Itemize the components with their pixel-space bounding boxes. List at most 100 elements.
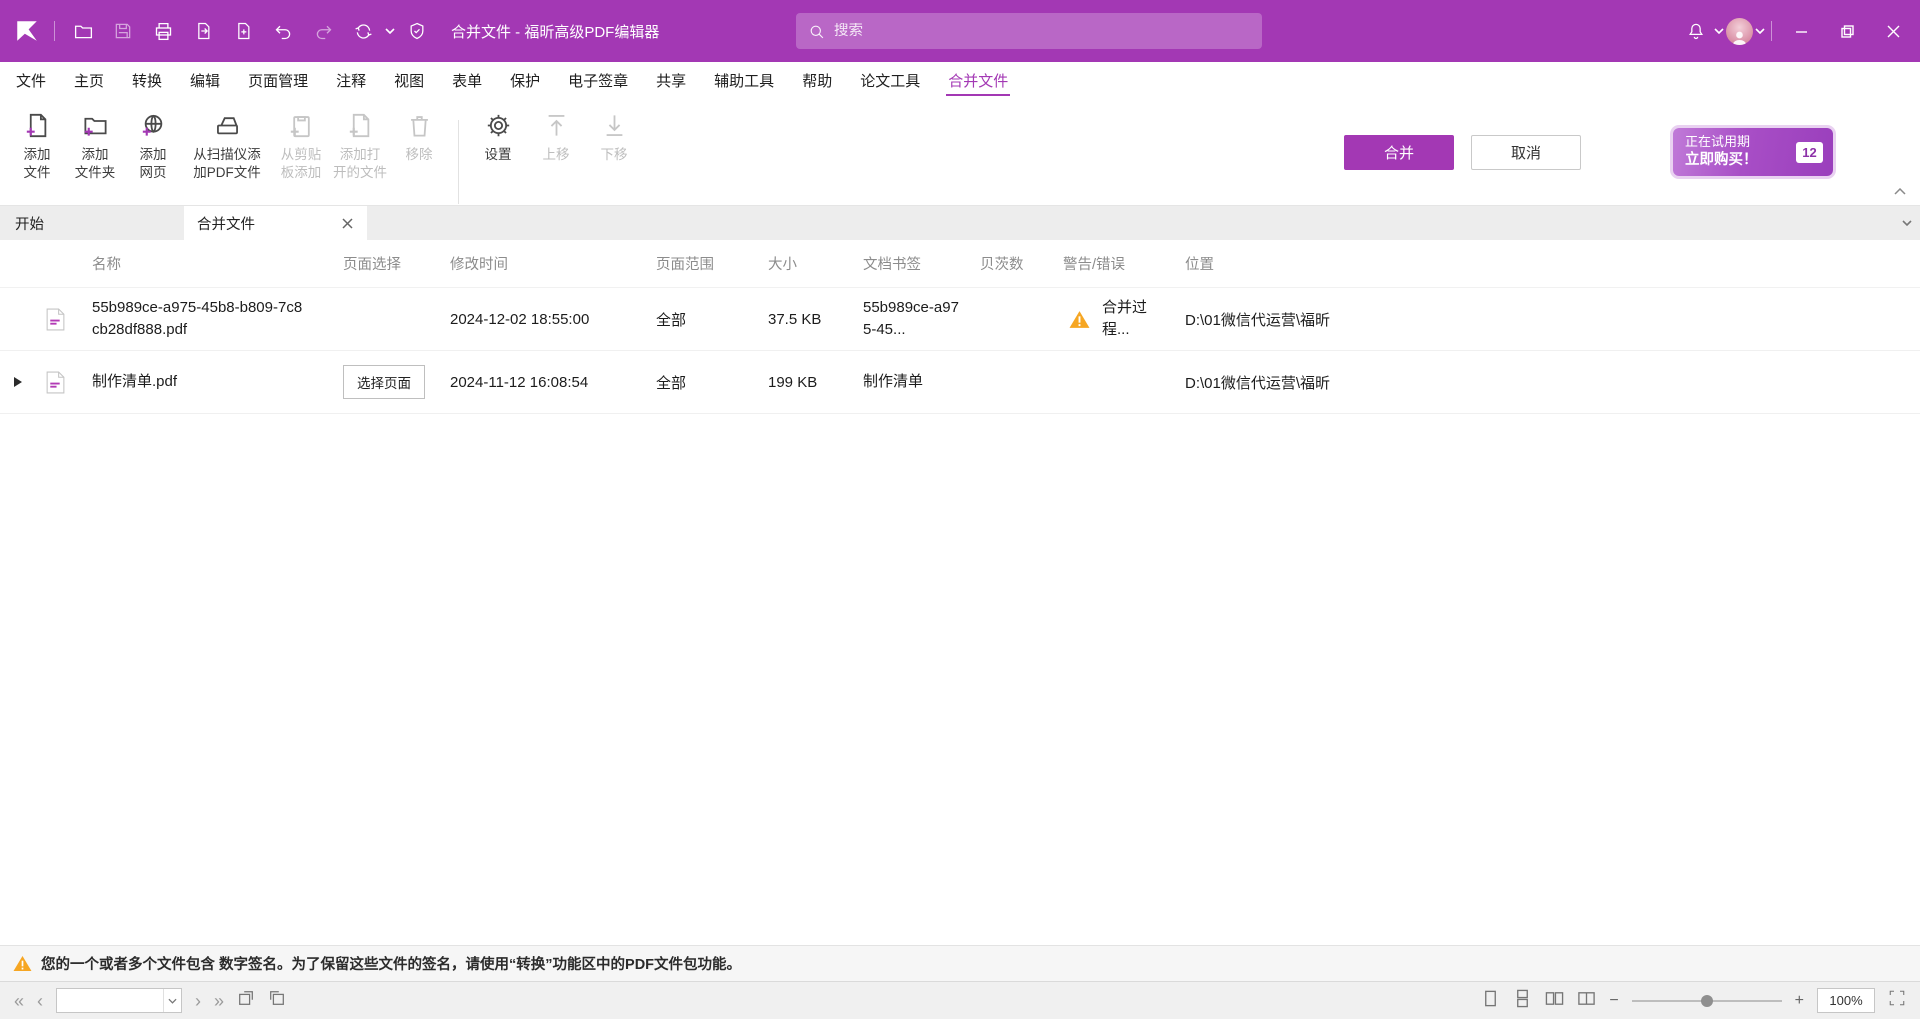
search-icon	[808, 23, 825, 40]
col-warning: 警告/错误	[1063, 253, 1185, 274]
user-avatar[interactable]	[1726, 18, 1753, 45]
clipboard-icon	[288, 112, 315, 139]
menu-merge-files[interactable]: 合并文件	[934, 62, 1022, 98]
menu-paper-tools[interactable]: 论文工具	[846, 62, 934, 98]
merge-button[interactable]: 合并	[1344, 135, 1454, 170]
page-dropdown-icon[interactable]	[163, 989, 181, 1012]
table-row[interactable]: 55b989ce-a975-45b8-b809-7c8cb28df888.pdf…	[0, 288, 1920, 351]
zoom-in-icon[interactable]: +	[1795, 993, 1804, 1009]
menu-bar: 文件 主页 转换 编辑 页面管理 注释 视图 表单 保护 电子签章 共享 辅助工…	[0, 62, 1920, 98]
next-page-icon[interactable]: ›	[195, 992, 201, 1010]
print-icon[interactable]	[145, 13, 181, 49]
redo-icon[interactable]	[305, 13, 341, 49]
sync-icon[interactable]	[345, 13, 381, 49]
col-page-select: 页面选择	[335, 253, 450, 274]
single-page-view-icon[interactable]	[1481, 989, 1500, 1013]
undo-icon[interactable]	[265, 13, 301, 49]
merge-file-list: 名称 页面选择 修改时间 页面范围 大小 文档书签 贝茨数 警告/错误 位置 5…	[0, 240, 1920, 945]
menu-accessibility[interactable]: 辅助工具	[700, 62, 788, 98]
move-down-button[interactable]: 下移	[585, 108, 643, 168]
file-size: 37.5 KB	[768, 311, 863, 328]
minimize-button[interactable]	[1778, 0, 1824, 62]
zoom-thumb[interactable]	[1701, 995, 1713, 1007]
trial-line1: 正在试用期	[1685, 133, 1758, 151]
trash-icon	[406, 112, 433, 139]
move-up-button[interactable]: 上移	[527, 108, 585, 168]
col-modified: 修改时间	[450, 253, 656, 274]
fit-page-icon[interactable]	[1888, 989, 1906, 1012]
titlebar: 合并文件 - 福昕高级PDF编辑器	[0, 0, 1920, 62]
protect-shield-icon[interactable]	[399, 13, 435, 49]
tab-merge-files[interactable]: 合并文件	[184, 206, 367, 240]
gear-icon	[485, 112, 512, 139]
settings-button[interactable]: 设置	[469, 108, 527, 168]
add-from-scanner-button[interactable]: 从扫描仪添 加PDF文件	[182, 108, 272, 185]
chevron-down-icon[interactable]	[385, 28, 395, 34]
titlebar-divider	[54, 21, 55, 41]
menu-esign[interactable]: 电子签章	[554, 62, 642, 98]
warning-text: 合并过程...	[1102, 297, 1154, 342]
chevron-down-icon[interactable]	[1755, 28, 1765, 34]
menu-form[interactable]: 表单	[438, 62, 496, 98]
menu-view[interactable]: 视图	[380, 62, 438, 98]
search-box[interactable]	[796, 13, 1262, 49]
tab-close-icon[interactable]	[339, 215, 355, 231]
trial-buy-badge[interactable]: 正在试用期 立即购买！ 12	[1673, 128, 1833, 176]
foxit-logo-icon[interactable]	[10, 14, 44, 48]
menu-page-manage[interactable]: 页面管理	[234, 62, 322, 98]
tab-list-dropdown-icon[interactable]	[1897, 206, 1917, 240]
file-name: 制作清单.pdf	[92, 371, 177, 394]
table-row[interactable]: 制作清单.pdf 选择页面 2024-11-12 16:08:54 全部 199…	[0, 351, 1920, 414]
expand-row-icon[interactable]	[0, 377, 36, 387]
add-file-button[interactable]: 添加 文件	[8, 108, 66, 185]
chevron-down-icon[interactable]	[1714, 28, 1724, 34]
close-button[interactable]	[1870, 0, 1916, 62]
last-page-icon[interactable]: »	[214, 992, 224, 1010]
menu-home[interactable]: 主页	[60, 62, 118, 98]
search-input[interactable]	[834, 23, 1250, 39]
previous-view-icon[interactable]	[237, 989, 255, 1012]
previous-page-icon[interactable]: ‹	[37, 992, 43, 1010]
col-bates: 贝茨数	[980, 253, 1063, 274]
menu-help[interactable]: 帮助	[788, 62, 846, 98]
select-pages-button[interactable]: 选择页面	[343, 365, 425, 399]
cancel-button[interactable]: 取消	[1471, 135, 1581, 170]
page-number-input[interactable]	[57, 993, 163, 1008]
col-range: 页面范围	[656, 253, 768, 274]
add-from-clipboard-button[interactable]: 从剪贴 板添加	[272, 108, 330, 185]
facing-view-icon[interactable]	[1545, 989, 1564, 1013]
col-location: 位置	[1185, 253, 1920, 274]
zoom-level[interactable]: 100%	[1817, 988, 1875, 1013]
save-icon[interactable]	[105, 13, 141, 49]
add-webpage-button[interactable]: 添加 网页	[124, 108, 182, 185]
menu-share[interactable]: 共享	[642, 62, 700, 98]
open-folder-icon[interactable]	[65, 13, 101, 49]
add-file-icon	[24, 112, 51, 139]
menu-edit[interactable]: 编辑	[176, 62, 234, 98]
menu-file[interactable]: 文件	[2, 62, 60, 98]
zoom-slider[interactable]	[1632, 994, 1782, 1008]
menu-protect[interactable]: 保护	[496, 62, 554, 98]
pdf-file-icon	[36, 308, 76, 331]
menu-convert[interactable]: 转换	[118, 62, 176, 98]
notification-bell-icon[interactable]	[1678, 13, 1714, 49]
continuous-view-icon[interactable]	[1513, 989, 1532, 1013]
create-pdf-icon[interactable]	[225, 13, 261, 49]
first-page-icon[interactable]: «	[14, 992, 24, 1010]
collapse-ribbon-icon[interactable]	[1894, 182, 1906, 200]
col-size: 大小	[768, 253, 863, 274]
export-icon[interactable]	[185, 13, 221, 49]
next-view-icon[interactable]	[268, 989, 286, 1012]
add-open-files-button[interactable]: 添加打 开的文件	[330, 108, 390, 185]
add-folder-button[interactable]: 添加 文件夹	[66, 108, 124, 185]
bookmark: 55b989ce-a975-45...	[863, 297, 959, 342]
tab-start[interactable]: 开始	[0, 206, 184, 240]
restore-button[interactable]	[1824, 0, 1870, 62]
menu-comment[interactable]: 注释	[322, 62, 380, 98]
book-view-icon[interactable]	[1577, 989, 1596, 1013]
file-location: D:\01微信代运营\福昕	[1185, 372, 1920, 393]
trial-line2: 立即购买！	[1685, 151, 1758, 171]
titlebar-divider	[1771, 21, 1772, 41]
remove-button[interactable]: 移除	[390, 108, 448, 168]
zoom-out-icon[interactable]: −	[1609, 993, 1618, 1009]
